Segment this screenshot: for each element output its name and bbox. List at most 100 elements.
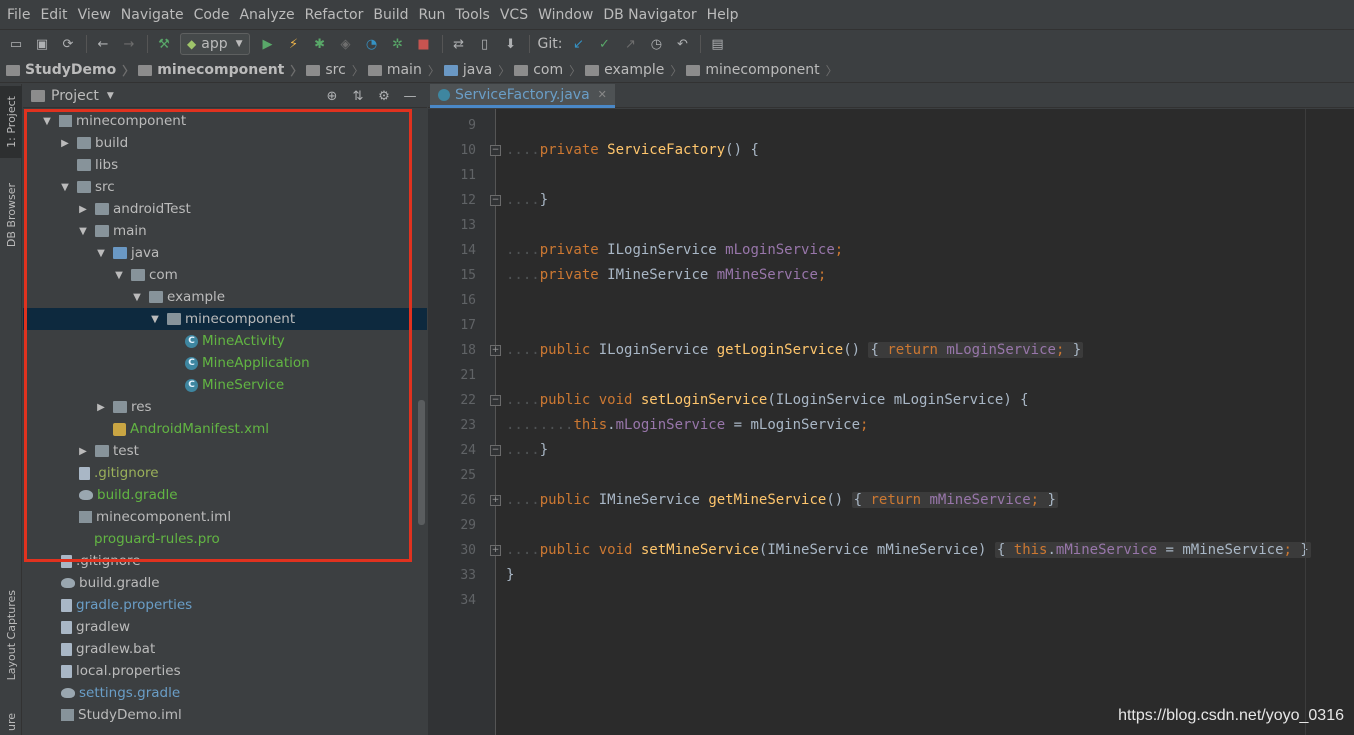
code-editor[interactable]: 9 10 11 12 13 14 15 16 17 18 21 22 23 24… [428, 109, 1354, 735]
fold-marker-icon[interactable]: − [490, 445, 501, 456]
tree-node-androidtest[interactable]: ▶ androidTest [23, 198, 427, 220]
menu-refactor[interactable]: Refactor [300, 0, 369, 30]
open-folder-icon[interactable]: ▭ [6, 34, 26, 54]
project-panel-title[interactable]: Project [51, 88, 99, 104]
tree-node-build-gradle[interactable]: build.gradle [23, 484, 427, 506]
menu-window[interactable]: Window [533, 0, 598, 30]
breadcrumb-item[interactable]: java 〉 [443, 62, 510, 79]
collapse-all-icon[interactable]: ⇅ [349, 87, 367, 105]
tree-node-build[interactable]: ▶ build [23, 132, 427, 154]
tree-node-test[interactable]: ▶ test [23, 440, 427, 462]
git-update-icon[interactable]: ↙ [568, 34, 588, 54]
project-structure-icon[interactable]: ▤ [707, 34, 727, 54]
menu-vcs[interactable]: VCS [495, 0, 533, 30]
expand-toggle-icon[interactable]: ▶ [59, 138, 71, 149]
expand-toggle-icon[interactable]: ▼ [59, 182, 71, 193]
tab-layout-captures[interactable]: Layout Captures [0, 589, 22, 681]
tree-node-root-build-gradle[interactable]: build.gradle [23, 572, 427, 594]
tree-node-res[interactable]: ▶ res [23, 396, 427, 418]
tree-node-settings-gradle[interactable]: settings.gradle [23, 682, 427, 704]
expand-toggle-icon[interactable]: ▼ [77, 226, 89, 237]
expand-toggle-icon[interactable]: ▼ [131, 292, 143, 303]
menu-file[interactable]: File [2, 0, 35, 30]
tree-node-minecomponent-module[interactable]: ▼ minecomponent [23, 110, 427, 132]
expand-toggle-icon[interactable]: ▼ [41, 116, 53, 127]
forward-icon[interactable]: → [119, 34, 139, 54]
gear-icon[interactable]: ⚙ [375, 87, 393, 105]
menu-view[interactable]: View [73, 0, 116, 30]
expand-toggle-icon[interactable]: ▼ [95, 248, 107, 259]
menu-run[interactable]: Run [414, 0, 451, 30]
apply-changes-icon[interactable]: ⚡ [284, 34, 304, 54]
tree-node-androidmanifest[interactable]: AndroidManifest.xml [23, 418, 427, 440]
expand-toggle-icon[interactable]: ▶ [95, 402, 107, 413]
tab-servicefactory-java[interactable]: ServiceFactory.java ✕ [430, 84, 615, 108]
tab-project[interactable]: 1: Project [0, 86, 22, 158]
fold-marker-icon[interactable]: − [490, 145, 501, 156]
coverage-icon[interactable]: ◈ [336, 34, 356, 54]
fold-marker-icon[interactable]: − [490, 395, 501, 406]
avd-manager-icon[interactable]: ▯ [475, 34, 495, 54]
run-configuration-select[interactable]: ◆ app ▼ [180, 33, 250, 55]
tree-node-local-properties[interactable]: local.properties [23, 660, 427, 682]
fold-marker-icon[interactable]: + [490, 495, 501, 506]
sync-icon[interactable]: ⟳ [58, 34, 78, 54]
make-project-icon[interactable]: ⚒ [154, 34, 174, 54]
expand-toggle-icon[interactable]: ▼ [149, 314, 161, 325]
menu-tools[interactable]: Tools [450, 0, 495, 30]
tree-node-mineactivity[interactable]: C MineActivity [23, 330, 427, 352]
stop-icon[interactable]: ■ [414, 34, 434, 54]
tree-node-java[interactable]: ▼ java [23, 242, 427, 264]
locate-icon[interactable]: ⊕ [323, 87, 341, 105]
tree-node-libs[interactable]: libs [23, 154, 427, 176]
breadcrumb-item[interactable]: example 〉 [585, 62, 682, 79]
git-history-icon[interactable]: ◷ [646, 34, 666, 54]
back-icon[interactable]: ← [93, 34, 113, 54]
tree-node-src[interactable]: ▼ src [23, 176, 427, 198]
menu-code[interactable]: Code [189, 0, 235, 30]
breadcrumb-item[interactable]: src 〉 [306, 62, 364, 79]
debug-icon[interactable]: ✱ [310, 34, 330, 54]
tree-node-studydemo-iml[interactable]: StudyDemo.iml [23, 704, 427, 726]
fold-marker-icon[interactable]: − [490, 195, 501, 206]
tree-node-gradlew-bat[interactable]: gradlew.bat [23, 638, 427, 660]
menu-analyze[interactable]: Analyze [234, 0, 299, 30]
breadcrumb-item[interactable]: main 〉 [367, 62, 440, 79]
tree-node-gradle-properties[interactable]: gradle.properties [23, 594, 427, 616]
tree-node-minecomponent-package[interactable]: ▼ minecomponent [23, 308, 427, 330]
close-icon[interactable]: ✕ [598, 88, 607, 101]
tree-node-main[interactable]: ▼ main [23, 220, 427, 242]
tree-node-com[interactable]: ▼ com [23, 264, 427, 286]
tree-node-minecomponent-iml[interactable]: minecomponent.iml [23, 506, 427, 528]
tree-node-mineservice[interactable]: C MineService [23, 374, 427, 396]
code-area[interactable]: ....private ServiceFactory() { ....} ...… [506, 109, 1354, 583]
menu-navigate[interactable]: Navigate [116, 0, 189, 30]
tab-db-browser[interactable]: DB Browser [0, 174, 22, 256]
run-icon[interactable]: ▶ [258, 34, 278, 54]
tree-node-root-gitignore[interactable]: .gitignore [23, 550, 427, 572]
tab-structure[interactable]: ure [0, 709, 22, 735]
tree-node-example[interactable]: ▼ example [23, 286, 427, 308]
tree-node-proguard[interactable]: proguard-rules.pro [23, 528, 427, 550]
breadcrumb-item[interactable]: com 〉 [514, 62, 581, 79]
save-icon[interactable]: ▣ [32, 34, 52, 54]
breadcrumb-item[interactable]: minecomponent 〉 [686, 62, 838, 79]
fold-marker-icon[interactable]: + [490, 545, 501, 556]
expand-toggle-icon[interactable]: ▼ [113, 270, 125, 281]
menu-help[interactable]: Help [702, 0, 744, 30]
git-revert-icon[interactable]: ↶ [672, 34, 692, 54]
git-commit-icon[interactable]: ✓ [594, 34, 614, 54]
menu-build[interactable]: Build [368, 0, 413, 30]
breadcrumb-item[interactable]: minecomponent 〉 [138, 62, 302, 79]
fold-marker-icon[interactable]: + [490, 345, 501, 356]
sdk-manager-icon[interactable]: ⬇ [501, 34, 521, 54]
menu-edit[interactable]: Edit [35, 0, 72, 30]
breadcrumb-item[interactable]: StudyDemo 〉 [6, 62, 134, 79]
tree-node-gitignore[interactable]: .gitignore [23, 462, 427, 484]
hide-icon[interactable]: — [401, 87, 419, 105]
expand-toggle-icon[interactable]: ▶ [77, 204, 89, 215]
menu-db-navigator[interactable]: DB Navigator [598, 0, 701, 30]
chevron-down-icon[interactable]: ▼ [107, 91, 114, 101]
expand-toggle-icon[interactable]: ▶ [77, 446, 89, 457]
sync-gradle-icon[interactable]: ⇄ [449, 34, 469, 54]
